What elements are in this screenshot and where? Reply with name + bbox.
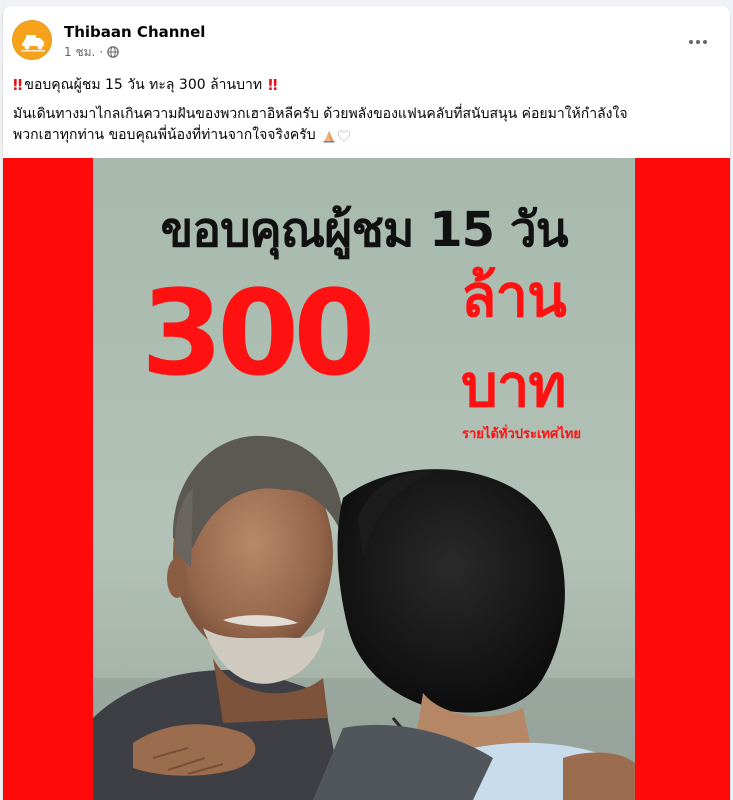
- more-options-button[interactable]: [680, 24, 716, 60]
- poster-title: ขอบคุณผู้ชม 15 วัน: [160, 202, 568, 258]
- poster-unit-baht: บาท: [461, 352, 567, 420]
- poster-caption: รายได้ทั่วประเทศไทย: [462, 427, 581, 442]
- page-logo-icon: [13, 21, 51, 59]
- meta-separator: ·: [99, 45, 104, 59]
- post-card: Thibaan Channel 1 ชม. · ‼ ขอบคุณผู้ชม 15…: [3, 6, 730, 800]
- post-meta: 1 ชม. ·: [64, 44, 119, 60]
- body-line-text: พวกเฮาทุกท่าน ขอบคุณพี่น้องที่ท่านจากใจจ…: [13, 127, 316, 143]
- body-line: มันเดินทางมาไกลเกินความฝันของพวกเฮาอิหลี…: [13, 106, 628, 122]
- post-body: มันเดินทางมาไกลเกินความฝันของพวกเฮาอิหลี…: [13, 104, 718, 146]
- globe-icon[interactable]: [107, 46, 119, 58]
- post-image[interactable]: ขอบคุณผู้ชม 15 วัน 300 ล้าน บาท รายได้ทั…: [3, 158, 730, 800]
- page-avatar[interactable]: [12, 20, 52, 60]
- post-header: Thibaan Channel 1 ชม. ·: [3, 6, 730, 68]
- page-name[interactable]: Thibaan Channel: [64, 23, 205, 41]
- movie-poster: ขอบคุณผู้ชม 15 วัน 300 ล้าน บาท รายได้ทั…: [93, 158, 635, 800]
- body-line: พวกเฮาทุกท่าน ขอบคุณพี่น้องที่ท่านจากใจจ…: [13, 125, 718, 146]
- double-exclamation-icon: ‼: [13, 75, 23, 94]
- double-exclamation-icon: ‼: [268, 75, 278, 94]
- folded-hands-icon: [323, 130, 335, 142]
- poster-big-number: 300: [141, 264, 375, 402]
- more-options-icon: [689, 40, 693, 44]
- poster-unit-million: ล้าน: [461, 262, 567, 330]
- post-text: ‼ ขอบคุณผู้ชม 15 วัน ทะลุ 300 ล้านบาท ‼ …: [13, 74, 718, 146]
- post-headline: ‼ ขอบคุณผู้ชม 15 วัน ทะลุ 300 ล้านบาท ‼: [13, 74, 718, 96]
- white-heart-icon: [337, 129, 350, 142]
- post-time[interactable]: 1 ชม.: [64, 43, 95, 62]
- headline-text: ขอบคุณผู้ชม 15 วัน ทะลุ 300 ล้านบาท: [24, 76, 263, 93]
